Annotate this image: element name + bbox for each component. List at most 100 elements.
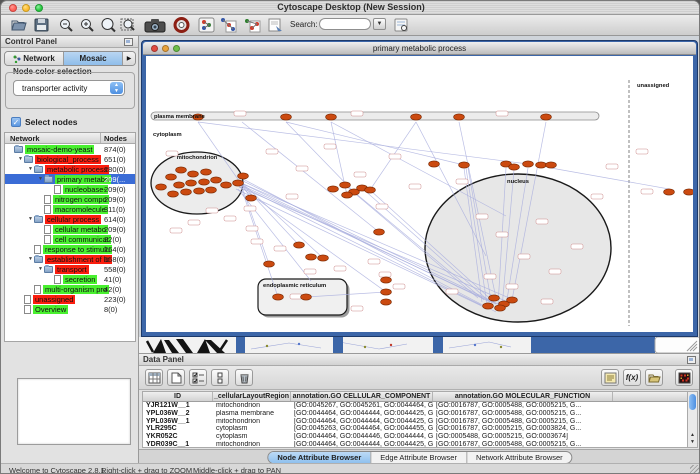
scroll-up-icon[interactable]: ▲: [688, 432, 697, 439]
tree-row[interactable]: secretion41(0): [5, 274, 135, 284]
tree-row[interactable]: ▼metabolic process280(0): [5, 164, 135, 174]
window-titlebar[interactable]: Cytoscape Desktop (New Session): [1, 1, 700, 15]
table-cell[interactable]: [GO:0016787, GO:0005488, GO:0005215, G..…: [433, 410, 613, 418]
tab-network[interactable]: Network: [5, 52, 64, 65]
tree-node-label[interactable]: biological_process: [35, 155, 101, 164]
table-cell[interactable]: YJR121W__1: [143, 402, 213, 410]
table-cell[interactable]: mitochondrion: [213, 441, 291, 448]
table-cell[interactable]: [GO:0044464, GO:0044444, GO:0044425, G..…: [291, 410, 433, 418]
table-scrollbar[interactable]: ▲ ▼: [687, 391, 698, 448]
tree-row[interactable]: ▼biological_process651(0): [5, 154, 135, 164]
column-header[interactable]: annotation.GO CELLULAR_COMPONENT: [291, 392, 433, 401]
tab-network-attribute-browser[interactable]: Network Attribute Browser: [467, 452, 572, 463]
tree-node-label[interactable]: unassigned: [33, 295, 75, 304]
float-panel-icon[interactable]: [124, 38, 133, 46]
tab-scroll-right-icon[interactable]: ▶: [123, 52, 135, 65]
select-all-attributes-icon[interactable]: [189, 369, 207, 386]
function-builder-icon[interactable]: f(x): [623, 369, 641, 386]
table-cell[interactable]: [GO:0045267, GO:0045261, GO:0044464, G..…: [291, 402, 433, 410]
table-cell[interactable]: cytoplasm: [213, 425, 291, 433]
table-cell[interactable]: YPL036W__2: [143, 410, 213, 418]
column-header[interactable]: annotation.GO MOLECULAR_FUNCTION: [433, 392, 613, 401]
tab-node-attribute-browser[interactable]: Node Attribute Browser: [268, 452, 371, 463]
matrix-view-icon[interactable]: [675, 369, 693, 386]
dropdown-stepper-icon[interactable]: ▲▼: [110, 82, 123, 94]
network-canvas[interactable]: plasma membranecytoplasmmitochondrionnuc…: [146, 56, 693, 332]
tree-node-label[interactable]: cellular process: [45, 215, 101, 224]
table-cell[interactable]: [GO:0016787, GO:0005488, GO:0005215, G..…: [433, 441, 613, 448]
float-data-panel-icon[interactable]: [687, 356, 696, 364]
import-attributes-icon[interactable]: [645, 369, 663, 386]
save-icon[interactable]: [33, 17, 50, 33]
tree-node-label[interactable]: nitrogen compo: [53, 195, 109, 204]
expander-icon[interactable]: ▼: [37, 176, 44, 182]
delete-attribute-icon[interactable]: [235, 369, 253, 386]
tree-node-label[interactable]: secretion: [63, 275, 97, 284]
tree-row[interactable]: mosaic-demo-yeast874(0): [5, 144, 135, 154]
table-cell[interactable]: [GO:0016787, GO:0005215, GO:0003824, G..…: [433, 425, 613, 433]
tree-node-label[interactable]: establishment of lo: [45, 255, 112, 264]
tree-row[interactable]: macromolecule311(0): [5, 204, 135, 214]
open-icon[interactable]: [11, 17, 28, 33]
tab-edge-attribute-browser[interactable]: Edge Attribute Browser: [371, 452, 467, 463]
tab-mosaic[interactable]: Mosaic: [64, 52, 123, 65]
table-cell[interactable]: YKR052C: [143, 433, 213, 441]
tree-row[interactable]: nitrogen compo209(0): [5, 194, 135, 204]
tree-row[interactable]: unassigned223(0): [5, 294, 135, 304]
new-attribute-icon[interactable]: [167, 369, 185, 386]
tree-row[interactable]: Overview8(0): [5, 304, 135, 314]
tree-node-label[interactable]: mosaic-demo-yeast: [25, 145, 94, 154]
tree-row[interactable]: ▼transport558(0): [5, 264, 135, 274]
tree-row[interactable]: multi-organism pro42(0): [5, 284, 135, 294]
tree-node-label[interactable]: multi-organism pro: [43, 285, 109, 294]
tree-node-label[interactable]: nucleobase-: [63, 185, 108, 194]
zoom-selected-icon[interactable]: [120, 17, 137, 33]
layout-icon-1[interactable]: [220, 17, 237, 33]
snapshot-icon[interactable]: [144, 17, 166, 33]
table-row[interactable]: YLR295Ccytoplasm[GO:0045263, GO:0044464,…: [143, 425, 689, 433]
search-dropdown-button[interactable]: ▼: [373, 18, 386, 30]
network-window[interactable]: primary metabolic process plasma membran…: [141, 40, 698, 337]
advanced-search-icon[interactable]: [393, 17, 410, 33]
table-row[interactable]: YKR052Ccytoplasm[GO:0044464, GO:0044446,…: [143, 433, 689, 441]
table-cell[interactable]: mitochondrion: [213, 418, 291, 426]
resize-grip[interactable]: [690, 465, 700, 474]
search-input[interactable]: [319, 18, 371, 30]
expander-icon[interactable]: ▼: [17, 156, 24, 162]
expander-icon[interactable]: ▼: [27, 216, 34, 222]
tree-node-label[interactable]: response to stimulu: [43, 245, 112, 254]
table-cell[interactable]: [GO:0005488, GO:0005215, GO:0003674]: [433, 433, 613, 441]
table-row[interactable]: YPL036W__1mitochondrion[GO:0044464, GO:0…: [143, 418, 689, 426]
table-cell[interactable]: [GO:0044464, GO:0044446, GO:0044444, G..…: [291, 433, 433, 441]
tree-node-label[interactable]: metabolic process: [45, 165, 109, 174]
select-nodes-checkbox[interactable]: ✓: [11, 117, 21, 127]
zoom-out-icon[interactable]: [58, 17, 75, 33]
help-icon[interactable]: [173, 17, 190, 33]
expander-icon[interactable]: ▼: [27, 256, 34, 262]
tree-node-label[interactable]: Overview: [33, 305, 68, 314]
attribute-editor-icon[interactable]: [601, 369, 619, 386]
vizmapper-icon[interactable]: [198, 17, 215, 33]
tree-row[interactable]: nucleobase-209(0): [5, 184, 135, 194]
table-cell[interactable]: [GO:0016787, GO:0005488, GO:0005215, G..…: [433, 418, 613, 426]
tree-row[interactable]: ▼cellular process614(0): [5, 214, 135, 224]
table-row[interactable]: YDR039C__1mitochondrion[GO:0044464, GO:0…: [143, 441, 689, 448]
tree-node-label[interactable]: primary metabo: [55, 175, 111, 184]
table-cell[interactable]: plasma membrane: [213, 410, 291, 418]
layout-icon-2[interactable]: [244, 17, 261, 33]
table-cell[interactable]: [GO:0044464, GO:0044444, GO:0044425, G..…: [291, 441, 433, 448]
tree-node-label[interactable]: transport: [55, 265, 89, 274]
network-window-titlebar[interactable]: primary metabolic process: [143, 42, 696, 55]
table-cell[interactable]: mitochondrion: [213, 402, 291, 410]
column-header[interactable]: _cellularLayoutRegion: [213, 392, 291, 401]
expander-icon[interactable]: ▼: [37, 266, 44, 272]
unselect-all-attributes-icon[interactable]: [211, 369, 229, 386]
table-cell[interactable]: cytoplasm: [213, 433, 291, 441]
column-header[interactable]: ID: [143, 392, 213, 401]
tree-row[interactable]: cell communicat22(0): [5, 234, 135, 244]
table-cell[interactable]: [GO:0044464, GO:0044444, GO:0044425, G..…: [291, 418, 433, 426]
tree-node-label[interactable]: cellular metabo: [53, 225, 108, 234]
scroll-down-icon[interactable]: ▼: [688, 439, 697, 446]
table-cell[interactable]: YDR039C__1: [143, 441, 213, 448]
table-cell[interactable]: YLR295C: [143, 425, 213, 433]
